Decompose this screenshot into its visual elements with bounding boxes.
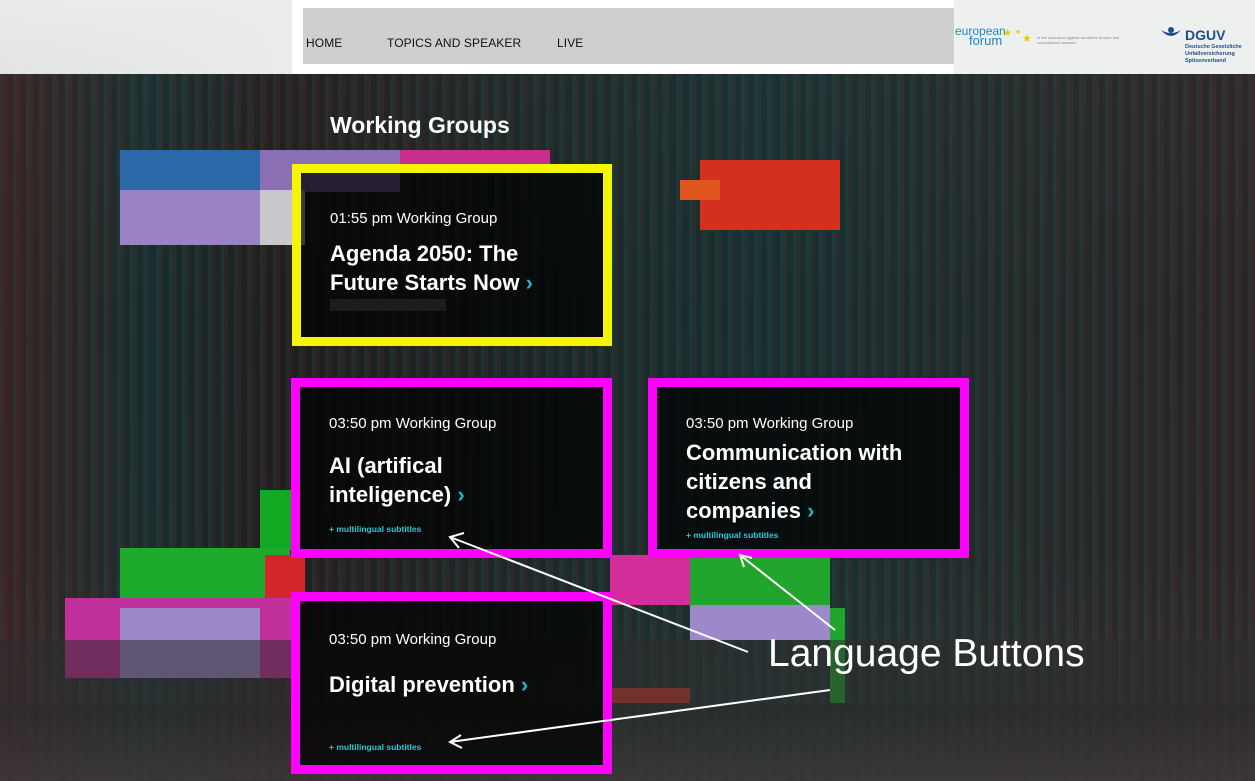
card-title-line: Future Starts Now (330, 270, 520, 295)
dguv-emblem-icon (1161, 27, 1181, 36)
chevron-right-icon: › (807, 498, 815, 523)
card-agenda-2050[interactable]: 01:55 pm Working Group Agenda 2050: The … (292, 164, 612, 346)
nav-item-topics-and-speaker[interactable]: TOPICS AND SPEAKER (387, 36, 521, 50)
header-left-area (0, 0, 292, 74)
chevron-right-icon: › (457, 482, 465, 507)
nav-item-home[interactable]: HOME (306, 36, 342, 50)
card-title[interactable]: Digital prevention › (329, 670, 528, 699)
card-title-line: Agenda 2050: The (330, 241, 519, 266)
card-communication[interactable]: 03:50 pm Working Group Communication wit… (648, 378, 969, 558)
card-title-line: inteligence) (329, 482, 452, 507)
european-forum-logo[interactable]: european forum ★ ★ ★ ★ of the insurance … (955, 24, 1135, 58)
page-title: Working Groups (330, 112, 510, 138)
chevron-right-icon: › (525, 270, 533, 295)
annotation-label: Language Buttons (768, 632, 1085, 675)
european-forum-logo-tagline: of the insurance against accidents at wo… (1037, 35, 1120, 45)
card-time: 03:50 pm Working Group (329, 415, 497, 432)
card-title[interactable]: Communication with citizens and companie… (686, 438, 902, 525)
nav-item-live[interactable]: LIVE (557, 36, 583, 50)
dguv-logo[interactable]: DGUV Deutsche Gesetzliche Unfallversiche… (1155, 24, 1245, 70)
card-digital-prevention[interactable]: 03:50 pm Working Group Digital preventio… (291, 592, 612, 774)
card-title-line: companies (686, 498, 801, 523)
card-title-line: AI (artifical (329, 453, 443, 478)
card-ai[interactable]: 03:50 pm Working Group AI (artifical int… (291, 378, 612, 558)
multilingual-subtitles-button[interactable]: + multilingual subtitles (329, 742, 421, 752)
dguv-logo-subtitle: Deutsche Gesetzliche Unfallversicherung … (1185, 44, 1242, 64)
svg-text:★: ★ (1022, 32, 1032, 45)
dguv-logo-title: DGUV (1185, 27, 1226, 43)
card-title-line: Digital prevention (329, 672, 515, 697)
redacted-bar (330, 299, 446, 311)
multilingual-subtitles-button[interactable]: + multilingual subtitles (329, 524, 421, 534)
card-title[interactable]: Agenda 2050: The Future Starts Now › (330, 239, 533, 297)
card-time: 03:50 pm Working Group (329, 631, 497, 648)
star-icon: ★ (1022, 32, 1032, 45)
card-title-line: Communication with (686, 440, 903, 465)
svg-text:★: ★ (1003, 28, 1012, 39)
european-forum-logo-line2: forum (969, 33, 1003, 48)
multilingual-subtitles-button[interactable]: + multilingual subtitles (686, 530, 778, 540)
card-title-line: citizens and (686, 469, 812, 494)
site-header: HOME TOPICS AND SPEAKER LIVE european fo… (0, 0, 1255, 74)
card-time: 03:50 pm Working Group (686, 415, 854, 432)
card-time: 01:55 pm Working Group (330, 210, 498, 227)
chevron-right-icon: › (520, 672, 529, 697)
card-title[interactable]: AI (artifical inteligence) › (329, 451, 465, 509)
